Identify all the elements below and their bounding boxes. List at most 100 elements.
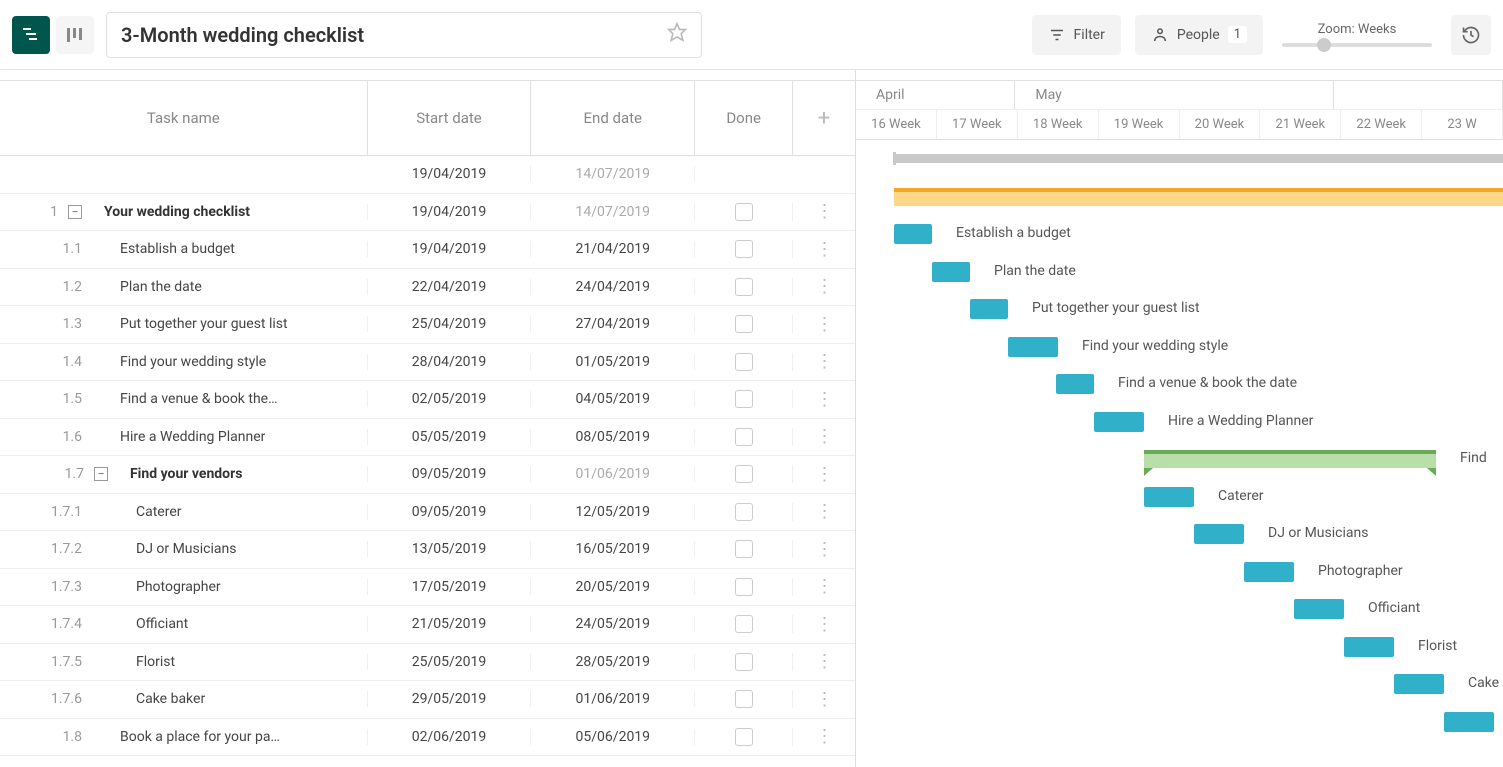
row-more-button[interactable]: ⋮ [793,314,855,335]
done-checkbox[interactable] [735,540,753,558]
row-more-button[interactable]: ⋮ [793,201,855,222]
row-more-button[interactable]: ⋮ [793,689,855,710]
row-more-button[interactable]: ⋮ [793,726,855,747]
done-checkbox[interactable] [735,278,753,296]
row-more-button[interactable]: ⋮ [793,576,855,597]
gantt-bar[interactable] [1008,337,1058,357]
end-date[interactable]: 14/07/2019 [531,204,695,220]
end-date[interactable]: 27/04/2019 [531,316,695,332]
table-row[interactable]: 1.6 Hire a Wedding Planner 05/05/2019 08… [0,419,855,457]
collapse-toggle[interactable]: − [68,205,82,219]
done-checkbox[interactable] [735,315,753,333]
total-bar[interactable] [894,154,1503,163]
row-more-button[interactable]: ⋮ [793,276,855,297]
end-date[interactable]: 04/05/2019 [531,391,695,407]
gantt-bar[interactable] [1294,599,1344,619]
end-date[interactable]: 12/05/2019 [531,504,695,520]
end-date[interactable]: 20/05/2019 [531,579,695,595]
row-more-button[interactable]: ⋮ [793,239,855,260]
start-date[interactable]: 25/04/2019 [368,316,532,332]
done-checkbox[interactable] [735,615,753,633]
table-row[interactable]: 1.7.3 Photographer 17/05/2019 20/05/2019… [0,569,855,607]
end-date[interactable]: 05/06/2019 [531,729,695,745]
table-row[interactable]: 1.4 Find your wedding style 28/04/2019 0… [0,344,855,382]
start-date[interactable]: 09/05/2019 [368,504,532,520]
zoom-slider[interactable] [1282,43,1432,47]
gantt-bar[interactable] [1444,712,1494,732]
start-date[interactable]: 19/04/2019 [368,204,532,220]
end-date[interactable]: 16/05/2019 [531,541,695,557]
table-row[interactable]: 1.1 Establish a budget 19/04/2019 21/04/… [0,231,855,269]
row-more-button[interactable]: ⋮ [793,426,855,447]
table-row[interactable]: 1.8 Book a place for your pa… 02/06/2019… [0,719,855,757]
gantt-bar[interactable] [1094,412,1144,432]
gantt-bar[interactable] [1144,450,1436,468]
people-button[interactable]: People 1 [1135,15,1263,55]
zoom-control[interactable]: Zoom: Weeks [1277,22,1437,47]
start-date[interactable]: 17/05/2019 [368,579,532,595]
done-checkbox[interactable] [735,240,753,258]
table-row[interactable]: 1.5 Find a venue & book the… 02/05/2019 … [0,381,855,419]
gantt-bar[interactable] [1144,487,1194,507]
table-row[interactable]: 1.3 Put together your guest list 25/04/2… [0,306,855,344]
done-checkbox[interactable] [735,465,753,483]
table-row[interactable]: 1.7.6 Cake baker 29/05/2019 01/06/2019 ⋮ [0,681,855,719]
start-date[interactable]: 02/06/2019 [368,729,532,745]
add-column-button[interactable]: + [793,81,855,155]
start-date[interactable]: 25/05/2019 [368,654,532,670]
row-more-button[interactable]: ⋮ [793,501,855,522]
collapse-toggle[interactable]: − [94,467,108,481]
end-date[interactable]: 01/06/2019 [531,691,695,707]
filter-button[interactable]: Filter [1032,15,1121,55]
done-checkbox[interactable] [735,690,753,708]
start-date[interactable]: 09/05/2019 [368,466,532,482]
done-checkbox[interactable] [735,353,753,371]
table-row[interactable]: 1.2 Plan the date 22/04/2019 24/04/2019 … [0,269,855,307]
end-date[interactable]: 24/04/2019 [531,279,695,295]
end-date[interactable]: 24/05/2019 [531,616,695,632]
start-date[interactable]: 28/04/2019 [368,354,532,370]
gantt-bar[interactable] [1194,524,1244,544]
done-checkbox[interactable] [735,728,753,746]
end-date[interactable]: 08/05/2019 [531,429,695,445]
table-row[interactable]: 1.7.5 Florist 25/05/2019 28/05/2019 ⋮ [0,644,855,682]
start-date[interactable]: 29/05/2019 [368,691,532,707]
gantt-bar[interactable] [932,262,970,282]
start-date[interactable]: 13/05/2019 [368,541,532,557]
done-checkbox[interactable] [735,503,753,521]
gantt-bar[interactable] [1244,562,1294,582]
row-more-button[interactable]: ⋮ [793,614,855,635]
row-more-button[interactable]: ⋮ [793,539,855,560]
end-date[interactable]: 21/04/2019 [531,241,695,257]
end-date[interactable]: 01/05/2019 [531,354,695,370]
gantt-bar[interactable] [1394,674,1444,694]
table-row[interactable]: 1.7 − Find your vendors 09/05/2019 01/06… [0,456,855,494]
gantt-bar[interactable] [970,299,1008,319]
start-date[interactable]: 19/04/2019 [368,241,532,257]
gantt-bar[interactable] [1344,637,1394,657]
project-title[interactable]: 3-Month wedding checklist [106,12,702,58]
board-view-button[interactable] [56,16,94,54]
start-date[interactable]: 05/05/2019 [368,429,532,445]
row-more-button[interactable]: ⋮ [793,464,855,485]
gantt-bar[interactable] [1056,374,1094,394]
start-date[interactable]: 22/04/2019 [368,279,532,295]
start-date[interactable]: 21/05/2019 [368,616,532,632]
done-checkbox[interactable] [735,428,753,446]
gantt-bar[interactable] [894,188,1503,206]
row-more-button[interactable]: ⋮ [793,351,855,372]
star-icon[interactable] [667,22,687,47]
done-checkbox[interactable] [735,578,753,596]
row-more-button[interactable]: ⋮ [793,651,855,672]
end-date[interactable]: 28/05/2019 [531,654,695,670]
gantt-bar[interactable] [894,224,932,244]
gantt-view-button[interactable] [12,16,50,54]
start-date[interactable]: 02/05/2019 [368,391,532,407]
history-button[interactable] [1451,15,1491,55]
done-checkbox[interactable] [735,653,753,671]
table-row[interactable]: 1 − Your wedding checklist 19/04/2019 14… [0,194,855,232]
end-date[interactable]: 01/06/2019 [531,466,695,482]
done-checkbox[interactable] [735,390,753,408]
table-row[interactable]: 1.7.4 Officiant 21/05/2019 24/05/2019 ⋮ [0,606,855,644]
table-row[interactable]: 1.7.1 Caterer 09/05/2019 12/05/2019 ⋮ [0,494,855,532]
